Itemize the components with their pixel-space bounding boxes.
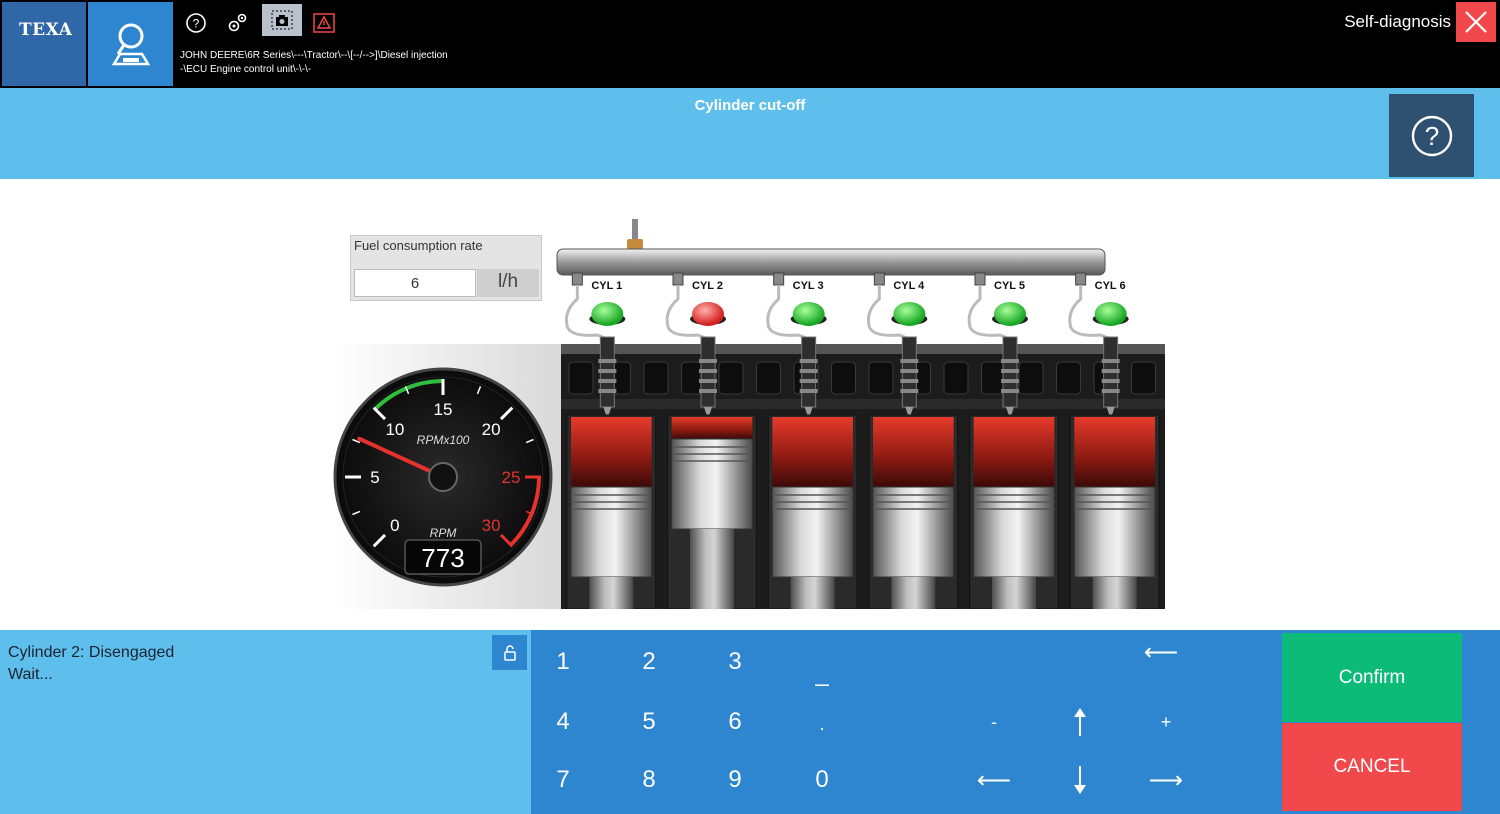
gauge-tick-label: 25 [502,468,521,487]
cylinder-engaged-indicator[interactable] [792,302,825,326]
cylinder-engaged-indicator[interactable] [893,302,926,326]
cylinder-1: CYL 1 [564,272,657,609]
warning-triangle-icon [313,13,335,33]
cylinder-label: CYL 3 [793,280,824,292]
gauge-unit-label: RPM [430,526,457,540]
help-button[interactable]: ? [178,8,214,38]
help-circle-icon: ? [1411,115,1452,156]
cylinder-label: CYL 4 [893,280,925,292]
key-backspace[interactable]: ⟵ [1131,630,1191,674]
key-down[interactable] [1050,758,1110,802]
gauge-tick-label: 20 [482,420,501,439]
cylinder-label: CYL 6 [1095,280,1126,292]
confirm-button[interactable]: Confirm [1282,633,1462,722]
on-screen-keypad: 1 2 3 _ ⟵ 4 5 6 . - + 7 8 9 0 ⟵ ⟶ [531,630,1282,814]
status-line: Wait... [8,666,53,683]
arrow-up-icon [1074,708,1086,736]
cylinder-5: CYL 5 [967,272,1059,609]
cylinder-disengaged-indicator[interactable] [692,302,724,326]
common-rail [556,248,1106,276]
vehicle-diagnosis-button[interactable] [88,2,173,86]
title-bar: Cylinder cut-off ? [0,88,1500,179]
cylinder-6: CYL 6 [1068,272,1160,609]
key-5[interactable]: 5 [619,700,679,744]
key-plus[interactable]: + [1136,700,1196,744]
close-button[interactable] [1456,2,1496,42]
lock-icon [503,644,516,661]
svg-text:?: ? [1424,121,1438,151]
cylinder-label: CYL 2 [692,280,723,292]
key-6[interactable]: 6 [705,700,765,744]
key-2[interactable]: 2 [619,640,679,684]
key-minus[interactable]: - [964,700,1024,744]
svg-text:?: ? [193,17,200,31]
engine-diagram: CYL 1 CYL 2 CYL 3 CYL 4 CYL 5 CYL 6 0 5 10 15 20 2… [333,219,1165,609]
help-info-button[interactable]: ? [1389,94,1474,177]
key-1[interactable]: 1 [533,640,593,684]
gauge-scale-label: RPMx100 [417,433,470,447]
gears-icon [228,13,247,32]
key-4[interactable]: 4 [533,700,593,744]
cylinder-2: CYL 2 [665,272,757,609]
cancel-button[interactable]: CANCEL [1282,723,1462,811]
key-8[interactable]: 8 [619,758,679,802]
close-icon [1465,11,1487,33]
key-up[interactable] [1050,700,1110,744]
top-bar: TEXA ? JOHN DEERE\6R Series\---\Tractor\… [0,0,1500,88]
fuel-inlet-fitting [627,239,643,249]
cylinder-label: CYL 5 [994,280,1025,292]
status-message: Cylinder 2: Disengaged Wait... [8,642,174,686]
key-7[interactable]: 7 [533,758,593,802]
breadcrumb-line: JOHN DEERE\6R Series\---\Tractor\--\[--/… [180,50,448,61]
gauge-tick-label: 0 [390,516,399,535]
cylinder-engaged-indicator[interactable] [591,302,624,326]
key-3[interactable]: 3 [705,640,765,684]
key-right[interactable]: ⟶ [1136,758,1196,802]
cylinder-engaged-indicator[interactable] [994,302,1026,326]
cylinder-label: CYL 1 [591,280,622,292]
gauge-tick-label: 10 [385,420,404,439]
breadcrumb-line: -\ECU Engine control unit\-\-\- [180,64,312,75]
cylinder-3: CYL 3 [766,272,858,609]
gauge-tick-label: 5 [370,468,379,487]
help-circle-icon: ? [186,13,206,33]
status-line: Cylinder 2: Disengaged [8,644,175,661]
texa-logo: TEXA [2,2,86,86]
screenshot-button[interactable] [262,4,302,36]
bottom-panel: Cylinder 2: Disengaged Wait... 1 2 3 _ ⟵… [0,630,1500,814]
cylinder-4: CYL 4 [866,272,959,609]
gauge-tick-label: 15 [434,400,453,419]
key-underscore[interactable]: _ [792,652,852,696]
settings-button[interactable] [220,8,256,38]
mode-label: Self-diagnosis [1344,12,1451,31]
arrow-down-icon [1074,766,1086,794]
rpm-readout-value: 773 [421,543,464,573]
key-left[interactable]: ⟵ [964,758,1024,802]
search-vehicle-icon [111,23,150,66]
report-issue-button[interactable] [306,8,342,38]
breadcrumb: JOHN DEERE\6R Series\---\Tractor\--\[--/… [180,49,448,77]
fuel-inlet-pipe [632,219,638,241]
key-0[interactable]: 0 [792,758,852,802]
rpm-gauge: 0 5 10 15 20 25 30 RPMx100 RPM 773 [333,367,553,587]
keypad-lock-button[interactable] [492,635,527,670]
page-title: Cylinder cut-off [694,97,806,114]
cylinder-engaged-indicator[interactable] [1094,302,1127,326]
key-dot[interactable]: . [792,702,852,746]
screenshot-camera-icon [271,10,293,30]
action-panel: Confirm CANCEL [1282,630,1500,814]
main-area: Fuel consumption rate 6 l/h CYL 1 CYL 2 … [0,179,1500,630]
key-9[interactable]: 9 [705,758,765,802]
gauge-tick-label: 30 [482,516,501,535]
